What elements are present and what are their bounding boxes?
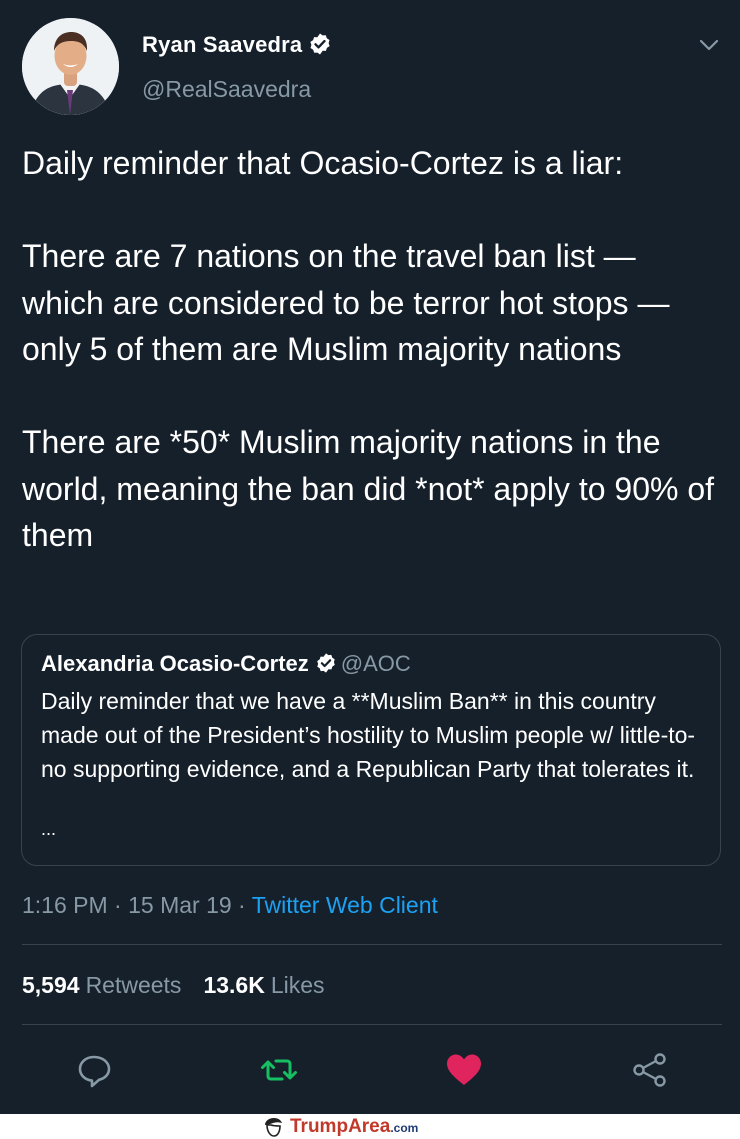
share-button[interactable] <box>630 1050 670 1090</box>
verified-badge-icon <box>310 33 330 55</box>
reply-icon <box>78 1055 111 1088</box>
quoted-tweet-ellipsis: ... <box>41 819 57 839</box>
quoted-tweet-text: Daily reminder that we have a **Muslim B… <box>41 688 696 782</box>
display-name[interactable]: Ryan Saavedra <box>142 32 332 58</box>
retweet-button[interactable] <box>259 1050 299 1090</box>
retweets-stat[interactable]: 5,594 Retweets <box>22 972 181 998</box>
quoted-tweet-card[interactable]: Alexandria Ocasio-Cortez @AOC Daily remi… <box>21 634 721 866</box>
tweet-stats: 5,594 Retweets 13.6K Likes <box>22 972 325 999</box>
likes-label: Likes <box>270 972 325 998</box>
display-name-text: Ryan Saavedra <box>142 32 303 57</box>
likes-count: 13.6K <box>203 972 265 998</box>
watermark-text: TrumpArea.com <box>290 1116 419 1137</box>
tweet-detail-page: Ryan Saavedra @RealSaavedra Daily remind… <box>0 0 740 1139</box>
retweet-icon <box>261 1059 297 1081</box>
meta-separator: · <box>231 892 252 918</box>
trump-face-icon <box>265 1118 282 1137</box>
tweet-time[interactable]: 1:16 PM <box>22 892 108 918</box>
avatar[interactable] <box>22 18 119 115</box>
verified-badge-icon <box>316 653 335 673</box>
avatar-photo <box>22 18 119 115</box>
tweet-client-link[interactable]: Twitter Web Client <box>252 892 438 918</box>
meta-separator: · <box>107 892 129 918</box>
tweet-meta: 1:16 PM · 15 Mar 19 · Twitter Web Client <box>22 892 438 919</box>
heart-icon <box>447 1054 481 1085</box>
likes-stat[interactable]: 13.6K Likes <box>203 972 324 998</box>
retweets-label: Retweets <box>85 972 182 998</box>
share-icon <box>633 1053 666 1087</box>
divider <box>22 944 722 945</box>
author-handle[interactable]: @RealSaavedra <box>142 76 311 103</box>
chevron-down-icon[interactable] <box>696 32 722 58</box>
like-button[interactable] <box>444 1050 484 1090</box>
reply-button[interactable] <box>74 1050 114 1090</box>
tweet-actions <box>0 1040 740 1100</box>
tweet-header: Ryan Saavedra @RealSaavedra <box>22 18 722 118</box>
divider <box>22 1024 722 1025</box>
watermark-bar: TrumpArea.com <box>0 1114 740 1139</box>
quoted-tweet-header: Alexandria Ocasio-Cortez @AOC <box>41 651 411 677</box>
quoted-author-name: Alexandria Ocasio-Cortez <box>41 651 309 676</box>
retweets-count: 5,594 <box>22 972 80 998</box>
tweet-date[interactable]: 15 Mar 19 <box>128 892 232 918</box>
watermark-logo: TrumpArea.com <box>262 1116 418 1138</box>
tweet-text: Daily reminder that Ocasio-Cortez is a l… <box>22 145 715 553</box>
quoted-author-handle: @AOC <box>340 651 411 676</box>
